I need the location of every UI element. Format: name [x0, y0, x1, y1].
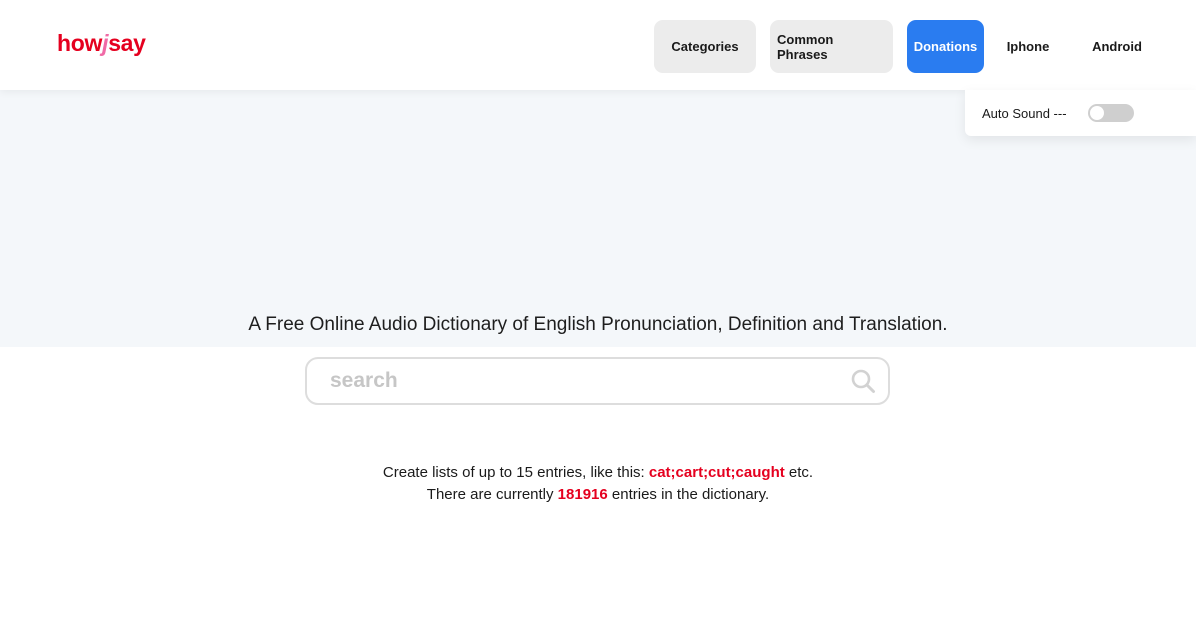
search-icon[interactable]: [850, 368, 876, 394]
tagline: A Free Online Audio Dictionary of Englis…: [248, 314, 948, 335]
nav-categories-button[interactable]: Categories: [654, 20, 756, 73]
main-nav: Categories Common Phrases Donations Ipho…: [654, 20, 1162, 73]
toggle-knob: [1089, 106, 1104, 120]
entry-count: 181916: [557, 486, 608, 503]
logo-say: say: [108, 30, 146, 56]
list-hint-prefix: Create lists of up to 15 entries, like t…: [382, 464, 649, 481]
info-text: Create lists of up to 15 entries, like t…: [0, 462, 1196, 506]
site-header: howjsay Categories Common Phrases Donati…: [0, 0, 1196, 90]
nav-android-link[interactable]: Android: [1072, 20, 1162, 73]
search-box: [305, 357, 890, 405]
list-hint-suffix: etc.: [784, 464, 814, 481]
list-hint-line: Create lists of up to 15 entries, like t…: [0, 462, 1196, 484]
auto-sound-toggle[interactable]: [1087, 104, 1134, 122]
entry-count-suffix: entries in the dictionary.: [607, 486, 770, 503]
nav-common-phrases-button[interactable]: Common Phrases: [770, 20, 893, 73]
entry-count-line: There are currently 181916 entries in th…: [0, 484, 1196, 506]
nav-donations-button[interactable]: Donations: [907, 20, 984, 73]
howjsay-logo[interactable]: howjsay: [57, 30, 146, 57]
list-example: cat;cart;cut;caught: [648, 464, 785, 481]
auto-sound-label: Auto Sound ---: [982, 105, 1067, 121]
logo-how: how: [57, 30, 103, 56]
nav-iphone-link[interactable]: Iphone: [992, 20, 1064, 73]
auto-sound-panel: Auto Sound ---: [965, 90, 1196, 136]
entry-count-prefix: There are currently: [426, 486, 558, 503]
search-input[interactable]: [307, 359, 850, 403]
